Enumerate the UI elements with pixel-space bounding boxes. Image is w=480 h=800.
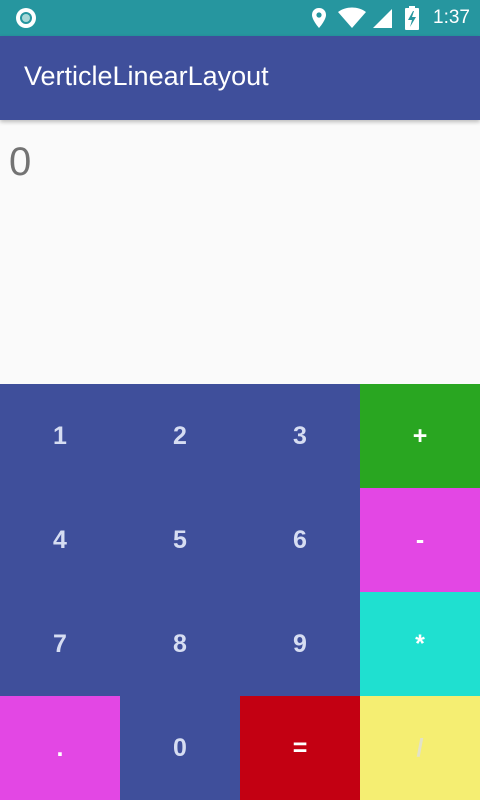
battery-icon [405, 6, 420, 30]
key-0[interactable]: 0 [120, 696, 240, 800]
key-equals[interactable]: = [240, 696, 360, 800]
key-minus[interactable]: - [360, 488, 480, 592]
keypad: 1 2 3 + 4 5 6 - 7 8 9 * . 0 = / [0, 384, 480, 800]
key-plus[interactable]: + [360, 384, 480, 488]
calculator-display: 0 [0, 120, 480, 384]
key-4[interactable]: 4 [0, 488, 120, 592]
key-multiply[interactable]: * [360, 592, 480, 696]
status-time: 1:37 [433, 7, 470, 28]
calculator-screen: 1:37 VerticleLinearLayout 0 1 2 3 + 4 5 … [0, 0, 480, 800]
key-3[interactable]: 3 [240, 384, 360, 488]
status-bar: 1:37 [0, 0, 480, 36]
status-icons: 1:37 [301, 0, 470, 36]
key-9[interactable]: 9 [240, 592, 360, 696]
key-8[interactable]: 8 [120, 592, 240, 696]
wifi-icon [337, 7, 367, 29]
key-7[interactable]: 7 [0, 592, 120, 696]
key-6[interactable]: 6 [240, 488, 360, 592]
key-5[interactable]: 5 [120, 488, 240, 592]
key-decimal[interactable]: . [0, 696, 120, 800]
signal-icon [371, 7, 393, 29]
circle-notification-icon [16, 8, 36, 28]
location-icon [311, 7, 327, 29]
key-divide[interactable]: / [360, 696, 480, 800]
key-1[interactable]: 1 [0, 384, 120, 488]
display-value: 0 [9, 140, 32, 184]
app-bar: VerticleLinearLayout [0, 36, 480, 120]
app-title: VerticleLinearLayout [24, 61, 269, 91]
key-2[interactable]: 2 [120, 384, 240, 488]
